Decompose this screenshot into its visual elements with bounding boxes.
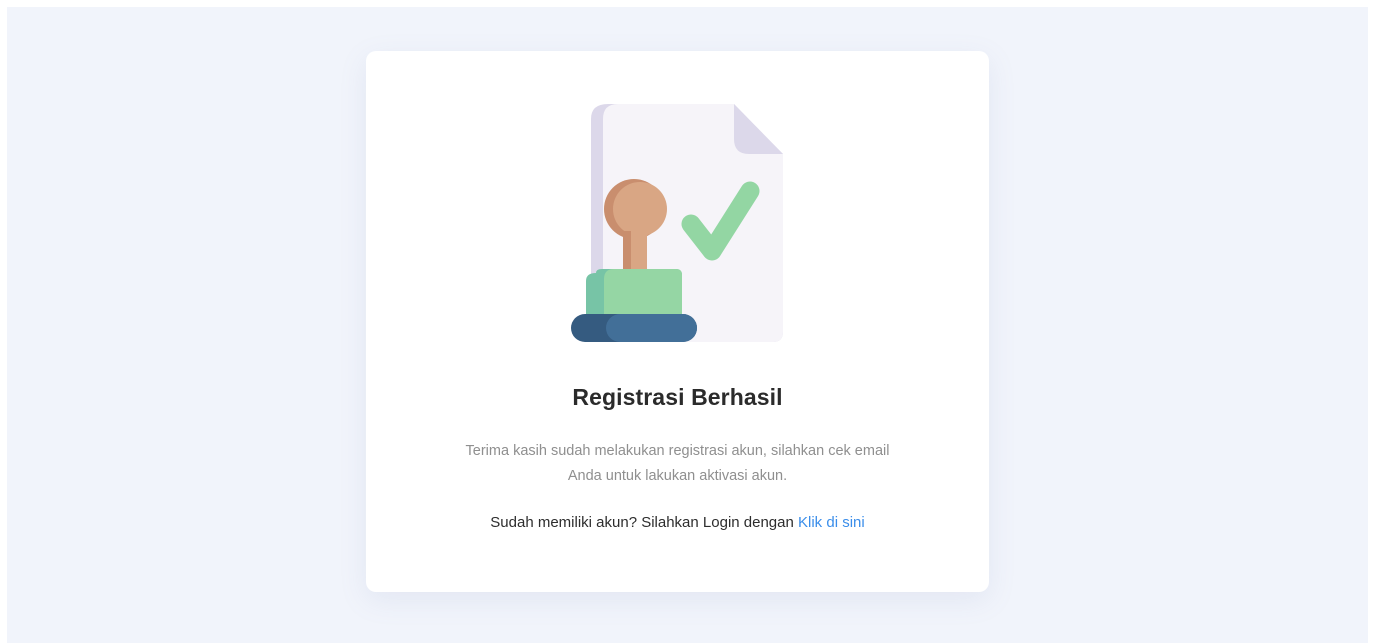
success-message-line-1: Terima kasih sudah melakukan registrasi …: [465, 443, 890, 459]
success-message-line-2: Anda untuk lakukan aktivasi akun.: [567, 468, 788, 484]
login-link[interactable]: Klik di sini: [798, 514, 865, 531]
registration-success-card: Registrasi Berhasil Terima kasih sudah m…: [366, 51, 989, 592]
login-prompt-line: Sudah memiliki akun? Silahkan Login deng…: [366, 514, 989, 531]
success-message: Terima kasih sudah melakukan registrasi …: [416, 439, 939, 489]
page-title: Registrasi Berhasil: [572, 384, 783, 410]
approval-stamp-document-icon: [571, 104, 783, 342]
login-prompt-text: Sudah memiliki akun? Silahkan Login deng…: [490, 514, 794, 531]
